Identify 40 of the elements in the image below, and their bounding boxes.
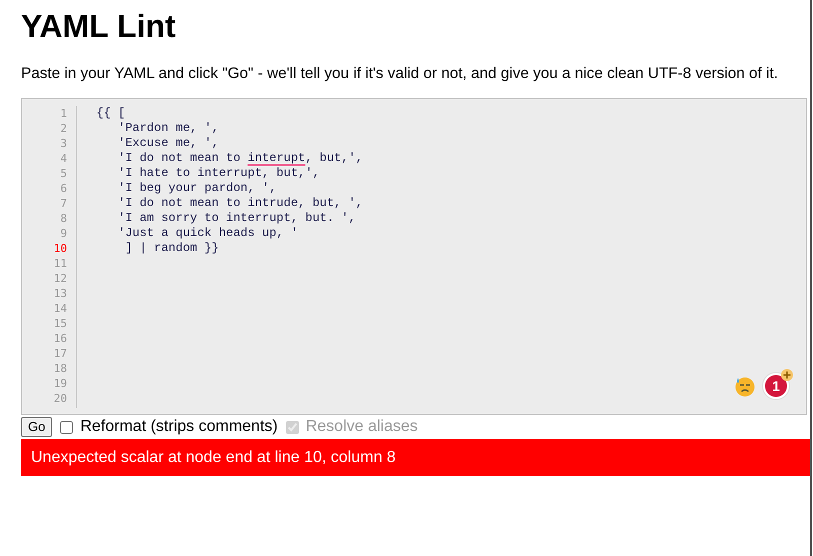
line-number: 10 [54, 241, 67, 256]
line-number: 14 [54, 301, 67, 316]
line-number: 3 [60, 136, 67, 151]
page-title: YAML Lint [21, 7, 176, 46]
line-number: 16 [54, 331, 67, 346]
code-line: 'I am sorry to interrupt, but. ', [117, 211, 357, 226]
intro-paragraph: Paste in your YAML and click "Go" - we'll tell you if it's valid or not, and give you a nice clean UTF-8 version of it. [21, 64, 779, 83]
sad-emoji-icon[interactable] [734, 375, 756, 397]
line-number: 2 [60, 121, 67, 136]
code-line: 'Just a quick heads up, ' [117, 226, 300, 241]
error-message: Unexpected scalar at node end at line 10, column 8 [31, 448, 396, 468]
line-number: 1 [60, 106, 67, 121]
go-button[interactable]: Go [21, 417, 52, 437]
code-line: 'I do not mean to intrude, but, ', [117, 196, 363, 211]
line-number: 4 [60, 151, 67, 166]
code-line: 'I beg your pardon, ', [117, 181, 278, 196]
line-number: 15 [54, 316, 67, 331]
line-number: 7 [60, 196, 67, 211]
line-number: 12 [54, 271, 67, 286]
line-number: 19 [54, 376, 67, 391]
code-line: ] | random }} [124, 241, 220, 256]
notification-badge[interactable]: 1 [762, 372, 790, 400]
line-number: 20 [54, 391, 67, 406]
code-line: 'I do not mean to interupt, but,', [117, 151, 363, 166]
line-number: 8 [60, 211, 67, 226]
code-line: {{ [ [95, 106, 126, 121]
line-number: 17 [54, 346, 67, 361]
line-number: 13 [54, 286, 67, 301]
checkbox-label: Reformat (strips comments) [80, 417, 278, 437]
code-line: 'Pardon me, ', [117, 121, 220, 136]
line-number: 11 [54, 256, 67, 271]
line-number: 5 [60, 166, 67, 181]
line-number: 18 [54, 361, 67, 376]
checkbox-label: Resolve aliases [306, 417, 418, 437]
line-number: 6 [60, 181, 67, 196]
line-number: 9 [60, 226, 67, 241]
code-line: 'Excuse me, ', [117, 136, 220, 151]
checkbox[interactable] [60, 420, 74, 434]
code-line: 'I hate to interrupt, but,', [117, 166, 321, 181]
plus-icon [781, 369, 793, 381]
